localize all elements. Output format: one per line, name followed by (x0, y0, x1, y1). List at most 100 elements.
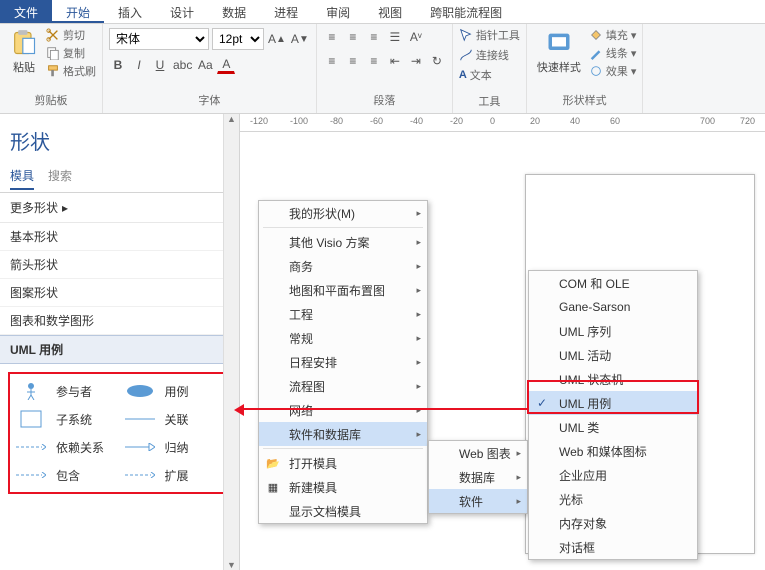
shape-depend[interactable]: 依赖关系 (14, 438, 117, 456)
tab-file[interactable]: 文件 (0, 0, 52, 23)
mi-software[interactable]: 软件▸ (429, 489, 527, 513)
shape-extend[interactable]: 扩展 (123, 466, 226, 484)
case-button[interactable]: Aa (196, 56, 214, 74)
tab-insert[interactable]: 插入 (104, 0, 156, 23)
shapes-title: 形状 (0, 122, 239, 159)
bold-button[interactable]: B (109, 56, 127, 74)
mi-business[interactable]: 商务▸ (259, 254, 427, 278)
shape-assoc[interactable]: 关联 (123, 410, 226, 428)
shape-actor[interactable]: 参与者 (14, 382, 117, 400)
paste-button[interactable]: 粘贴 (6, 27, 42, 77)
text-tool-button[interactable]: A文本 (459, 67, 492, 83)
mi-webchart[interactable]: Web 图表▸ (429, 441, 527, 465)
align-right-button[interactable]: ≡ (365, 52, 383, 70)
mi-openstencil[interactable]: 📂打开模具 (259, 451, 427, 475)
cut-button[interactable]: 剪切 (46, 27, 96, 43)
cat-arrow[interactable]: 箭头形状 (0, 251, 239, 279)
mi-othervisio[interactable]: 其他 Visio 方案▸ (259, 230, 427, 254)
italic-button[interactable]: I (130, 56, 148, 74)
indent-dec-button[interactable]: ⇤ (386, 52, 404, 70)
group-label-paragraph: 段落 (323, 90, 446, 110)
tab-crossfn[interactable]: 跨职能流程图 (416, 0, 516, 23)
mi-webmedia[interactable]: Web 和媒体图标 (529, 439, 697, 463)
mi-dialog[interactable]: 对话框 (529, 535, 697, 559)
bullets-button[interactable]: ☰ (386, 28, 404, 46)
strike-button[interactable]: abc (172, 56, 193, 74)
copy-button[interactable]: 复制 (46, 45, 96, 61)
mi-schedule[interactable]: 日程安排▸ (259, 350, 427, 374)
mi-comole[interactable]: COM 和 OLE (529, 271, 697, 295)
quick-style-button[interactable]: 快速样式 (533, 27, 585, 77)
align-top-button[interactable]: ≡ (323, 28, 341, 46)
mi-database[interactable]: 数据库▸ (429, 465, 527, 489)
underline-button[interactable]: U (151, 56, 169, 74)
font-color-button[interactable]: A (217, 56, 235, 74)
align-mid-button[interactable]: ≡ (344, 28, 362, 46)
mi-newstencil[interactable]: ▦新建模具 (259, 475, 427, 499)
line-button[interactable]: 线条 ▾ (589, 45, 637, 61)
mi-myshapes[interactable]: 我的形状(M)▸ (259, 201, 427, 225)
extend-icon (125, 472, 155, 478)
annotation-highlight (527, 380, 699, 414)
grow-font-button[interactable]: A▲ (267, 30, 287, 48)
font-size-select[interactable]: 12pt (212, 28, 264, 50)
mi-memobj[interactable]: 内存对象 (529, 511, 697, 535)
align-left-button[interactable]: ≡ (323, 52, 341, 70)
actor-icon (24, 382, 38, 400)
tab-data[interactable]: 数据 (208, 0, 260, 23)
align-bot-button[interactable]: ≡ (365, 28, 383, 46)
tab-view[interactable]: 视图 (364, 0, 416, 23)
more-shapes-menu: 我的形状(M)▸ 其他 Visio 方案▸ 商务▸ 地图和平面布置图▸ 工程▸ … (258, 200, 428, 524)
mi-gane[interactable]: Gane-Sarson (529, 295, 697, 319)
panel-tab-search[interactable]: 搜索 (48, 167, 72, 190)
connector-icon (459, 48, 473, 62)
shape-general[interactable]: 归纳 (123, 438, 226, 456)
align-center-button[interactable]: ≡ (344, 52, 362, 70)
tab-process[interactable]: 进程 (260, 0, 312, 23)
shape-usecase[interactable]: 用例 (123, 382, 226, 400)
shape-subsystem[interactable]: 子系统 (14, 410, 117, 428)
include-icon (16, 472, 46, 478)
cat-chartmath[interactable]: 图表和数学图形 (0, 307, 239, 335)
mi-umlact[interactable]: UML 活动 (529, 343, 697, 367)
connector-tool-button[interactable]: 连接线 (459, 47, 509, 63)
group-label-tools: 工具 (459, 91, 520, 111)
mi-enterprise[interactable]: 企业应用 (529, 463, 697, 487)
software-submenu: COM 和 OLE Gane-Sarson UML 序列 UML 活动 UML … (528, 270, 698, 560)
panel-scrollbar[interactable]: ▲▼ (223, 114, 239, 570)
mi-softdb[interactable]: 软件和数据库▸ (259, 422, 427, 446)
tab-review[interactable]: 审阅 (312, 0, 364, 23)
cat-uml-usecase[interactable]: UML 用例 (0, 335, 239, 364)
line-icon (125, 416, 155, 422)
format-painter-button[interactable]: 格式刷 (46, 63, 96, 79)
mi-network[interactable]: 网络▸ (259, 398, 427, 422)
effect-button[interactable]: 效果 ▾ (589, 63, 637, 79)
mi-cursor[interactable]: 光标 (529, 487, 697, 511)
mi-umlseq[interactable]: UML 序列 (529, 319, 697, 343)
pen-icon (589, 46, 603, 60)
group-paragraph: ≡ ≡ ≡ ☰ Aᵛ ≡ ≡ ≡ ⇤ ⇥ ↻ 段落 (317, 24, 453, 113)
mi-flowchart[interactable]: 流程图▸ (259, 374, 427, 398)
shrink-font-button[interactable]: A▼ (290, 30, 310, 48)
more-shapes-button[interactable]: 更多形状▸ (0, 193, 239, 223)
mi-mapfloor[interactable]: 地图和平面布置图▸ (259, 278, 427, 302)
mi-general[interactable]: 常规▸ (259, 326, 427, 350)
text-dir-button[interactable]: Aᵛ (407, 28, 425, 46)
font-name-select[interactable]: 宋体 (109, 28, 209, 50)
panel-tab-stencil[interactable]: 模具 (10, 167, 34, 190)
tab-start[interactable]: 开始 (52, 0, 104, 23)
cat-basic[interactable]: 基本形状 (0, 223, 239, 251)
mi-engineering[interactable]: 工程▸ (259, 302, 427, 326)
shape-include[interactable]: 包含 (14, 466, 117, 484)
stencil-box: 参与者 用例 子系统 关联 依赖关系 归纳 包含 扩展 (8, 372, 231, 494)
indent-inc-button[interactable]: ⇥ (407, 52, 425, 70)
mi-umlclass[interactable]: UML 类 (529, 415, 697, 439)
cat-pattern[interactable]: 图案形状 (0, 279, 239, 307)
fill-button[interactable]: 填充 ▾ (589, 27, 637, 43)
mi-showdoc[interactable]: 显示文档模具 (259, 499, 427, 523)
pointer-tool-button[interactable]: 指针工具 (459, 27, 520, 43)
rotate-button[interactable]: ↻ (428, 52, 446, 70)
tab-design[interactable]: 设计 (156, 0, 208, 23)
group-label-font: 字体 (109, 90, 310, 110)
ribbon: 粘贴 剪切 复制 格式刷 剪贴板 宋体 12pt A▲ A▼ B I U abc (0, 24, 765, 114)
